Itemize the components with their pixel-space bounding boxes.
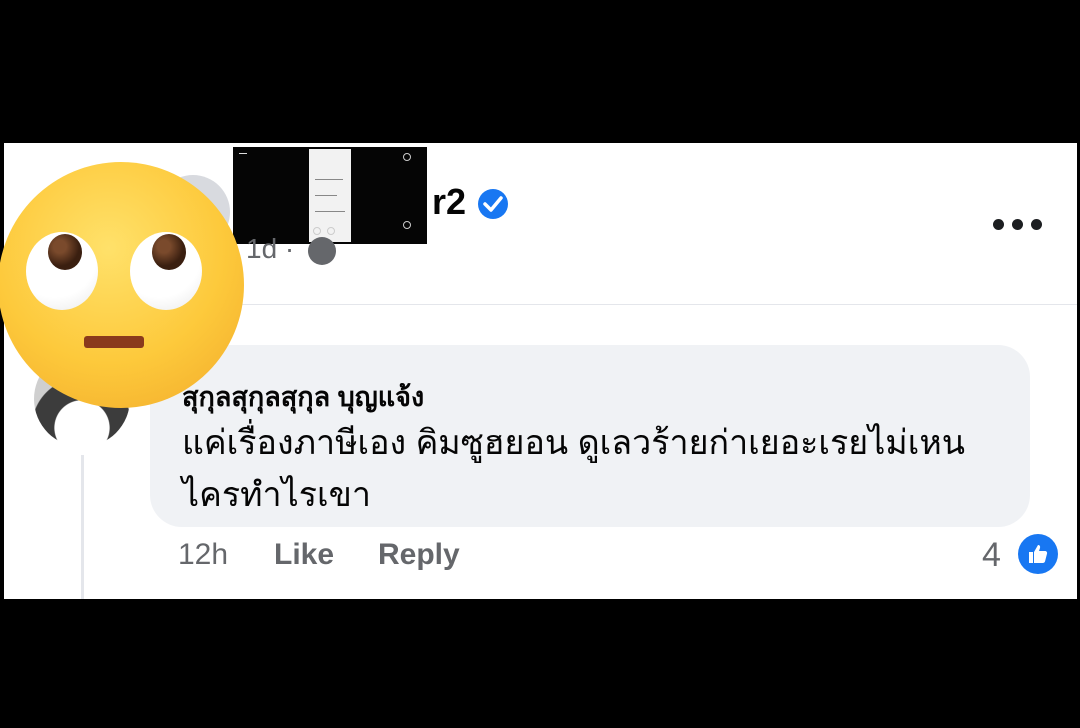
emoji-pupil <box>48 234 82 270</box>
more-dot <box>993 219 1004 230</box>
thumbnail-dot <box>327 227 335 235</box>
thumbnail-line <box>315 195 337 196</box>
more-dot <box>1012 219 1023 230</box>
screenshot-thumbnail-overlay <box>233 147 427 244</box>
more-dot <box>1031 219 1042 230</box>
comment-bubble: สุกุลสุกุลสุกุล บุญแจ้ง แค่เรื่องภาษีเอง… <box>150 345 1030 527</box>
like-thumb-icon <box>1018 534 1058 574</box>
like-button[interactable]: Like <box>274 538 334 572</box>
emoji-right-eye <box>130 232 202 310</box>
thumbnail-center-panel <box>309 149 351 242</box>
globe-icon <box>308 237 336 265</box>
comment-timestamp[interactable]: 12h <box>178 538 228 572</box>
thumbnail-dot <box>403 153 411 161</box>
emoji-left-eye <box>26 232 98 310</box>
thumbnail-dot <box>403 221 411 229</box>
emoji-mouth <box>84 336 144 348</box>
face-with-rolling-eyes-emoji <box>0 162 244 408</box>
thumbnail-dot <box>313 227 321 235</box>
emoji-pupil <box>152 234 186 270</box>
post-author-name[interactable]: r2 <box>432 181 466 223</box>
comment-text: แค่เรื่องภาษีเอง คิมซูฮยอน ดูเลวร้ายก่าเ… <box>182 424 965 514</box>
thread-line <box>81 455 84 599</box>
thumbnail-line <box>315 179 343 180</box>
commenter-name[interactable]: สุกุลสุกุลสุกุล บุญแจ้ง <box>182 375 424 418</box>
more-options-icon[interactable] <box>993 215 1043 235</box>
thumbnail-line <box>315 211 345 212</box>
thumbnail-line <box>239 153 247 154</box>
reaction-count[interactable]: 4 <box>982 536 1001 575</box>
verified-badge-icon <box>478 189 508 219</box>
reply-button[interactable]: Reply <box>378 538 460 572</box>
post-timestamp[interactable]: 1d · <box>246 233 294 265</box>
